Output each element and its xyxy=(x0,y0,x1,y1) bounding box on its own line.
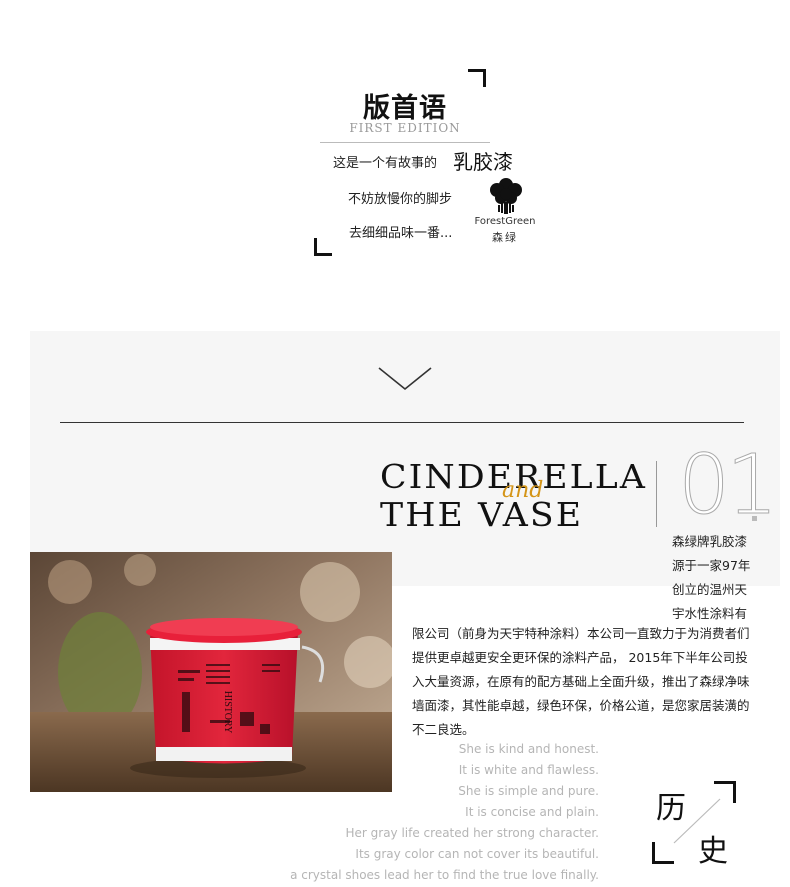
intro-text-line: 创立的温州天 xyxy=(672,582,748,597)
english-line: It is white and flawless. xyxy=(458,763,599,777)
intro-line-1-emphasis: 乳胶漆 xyxy=(453,150,513,174)
section-divider xyxy=(60,422,744,423)
corner-bracket-top-right xyxy=(468,69,486,87)
logo-name-english: ForestGreen xyxy=(474,216,536,227)
chevron-down-icon xyxy=(378,367,432,391)
intro-line-1: 这是一个有故事的 xyxy=(333,156,438,171)
english-line: a crystal shoes lead her to find the tru… xyxy=(290,868,599,882)
intro-text-column: 森绿牌乳胶漆 源于一家97年 创立的温州天 宇水性涂料有 xyxy=(672,530,750,626)
page-title: 版首语 xyxy=(363,93,447,124)
history-bracket-bottom-left xyxy=(652,842,674,864)
feature-title-connector: and xyxy=(502,478,544,503)
title-divider xyxy=(320,142,490,143)
product-photo: HISTORY xyxy=(30,552,392,792)
feature-title-line-2: THE VASE xyxy=(380,495,584,534)
photo-brand-text: HISTORY xyxy=(222,691,233,734)
intro-paragraph: 限公司（前身为天宇特种涂料）本公司一直致力于为消费者们提供更卓越更安全更环保的涂… xyxy=(412,626,750,737)
intro-line-3: 去细细品味一番... xyxy=(349,226,453,241)
english-line: Her gray life created her strong charact… xyxy=(345,826,599,840)
corner-bracket-bottom-left xyxy=(314,238,332,256)
section-number-dot xyxy=(752,516,757,521)
logo-name-chinese: 森绿 xyxy=(492,231,518,244)
number-divider xyxy=(656,461,657,527)
intro-text-line: 源于一家97年 xyxy=(672,558,751,573)
page-subtitle: FIRST EDITION xyxy=(349,121,461,135)
english-line: Its gray color can not cover its beautif… xyxy=(355,847,599,861)
intro-line-2: 不妨放慢你的脚步 xyxy=(348,192,453,207)
english-line: She is kind and honest. xyxy=(458,742,599,756)
english-line: It is concise and plain. xyxy=(465,805,599,819)
history-char-2: 史 xyxy=(698,834,728,869)
intro-text-line: 森绿牌乳胶漆 xyxy=(672,534,748,549)
section-number: 01 xyxy=(677,438,778,534)
english-line: She is simple and pure. xyxy=(458,784,599,798)
